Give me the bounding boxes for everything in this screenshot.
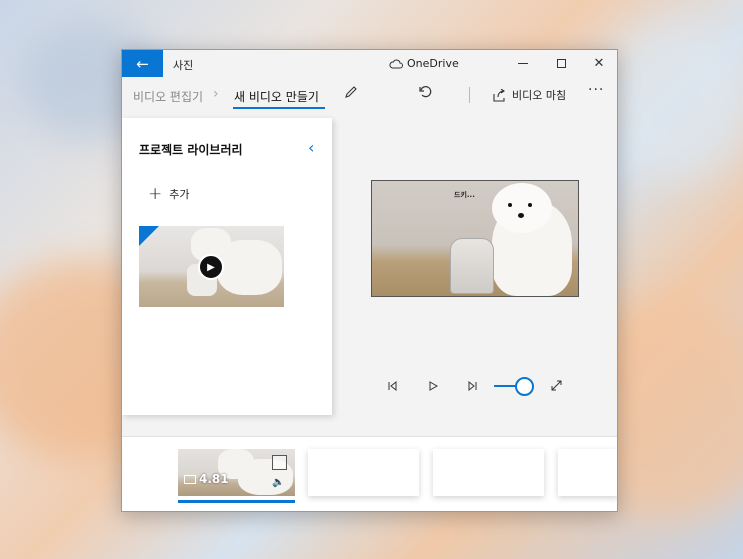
more-options-icon[interactable]: ··· bbox=[588, 82, 604, 98]
maximize-icon bbox=[556, 59, 566, 68]
preview-dog-nose bbox=[518, 213, 524, 218]
play-icon[interactable]: ▶ bbox=[198, 254, 224, 280]
back-arrow-icon: ← bbox=[136, 54, 149, 73]
minimize-icon bbox=[518, 63, 528, 64]
clip-select-checkbox[interactable] bbox=[272, 455, 287, 470]
fullscreen-expand-icon[interactable] bbox=[550, 379, 563, 395]
share-icon bbox=[493, 88, 505, 102]
clip-duration: 4.81 bbox=[184, 472, 229, 486]
breadcrumb-video-editor[interactable]: 비디오 편집기 bbox=[133, 88, 203, 105]
breadcrumb-new-video[interactable]: 새 비디오 만들기 bbox=[234, 88, 319, 105]
add-media-label: 추가 bbox=[169, 188, 190, 201]
pencil-icon[interactable] bbox=[344, 85, 358, 103]
close-icon: ✕ bbox=[593, 56, 605, 71]
photos-app-window: ← 사진 OneDrive ✕ 비디오 편집기 › 새 비디오 만들기 비디오 … bbox=[121, 49, 618, 512]
preview-dog-eye bbox=[528, 203, 532, 207]
clip-selected-underline bbox=[178, 500, 295, 503]
seek-slider-thumb[interactable] bbox=[515, 377, 534, 396]
finish-video-button[interactable]: 비디오 마침 bbox=[492, 87, 566, 103]
chevron-right-icon: › bbox=[213, 86, 219, 102]
toolbar-divider bbox=[469, 87, 470, 103]
title-bar: ← 사진 OneDrive ✕ bbox=[122, 50, 617, 77]
cloud-icon bbox=[389, 59, 403, 68]
breadcrumb-underline bbox=[233, 107, 325, 109]
play-button-icon[interactable] bbox=[427, 380, 439, 395]
toolbar: 비디오 편집기 › 새 비디오 만들기 비디오 마침 ··· bbox=[122, 77, 617, 115]
undo-icon[interactable] bbox=[418, 85, 432, 103]
maximize-button[interactable] bbox=[542, 50, 580, 77]
dog-body-shape bbox=[217, 240, 282, 295]
app-title: 사진 bbox=[173, 59, 194, 72]
collapse-chevron-icon[interactable]: ‹ bbox=[308, 138, 314, 157]
storyboard-clip[interactable]: 4.81 🔈 bbox=[178, 449, 295, 496]
storyboard-empty-slot bbox=[558, 449, 617, 496]
preview-dog-eye bbox=[508, 203, 512, 207]
close-button[interactable]: ✕ bbox=[580, 50, 617, 77]
preview-dog-head bbox=[492, 183, 552, 233]
selected-corner-marker bbox=[139, 226, 159, 246]
preview-water-bowl bbox=[450, 238, 494, 294]
storyboard: 4.81 🔈 bbox=[122, 436, 617, 511]
next-frame-icon[interactable] bbox=[467, 380, 479, 395]
storyboard-empty-slot bbox=[433, 449, 544, 496]
onedrive-label: OneDrive bbox=[407, 57, 459, 70]
minimize-button[interactable] bbox=[504, 50, 542, 77]
video-preview[interactable]: 드키... bbox=[371, 180, 579, 297]
preview-caption: 드키... bbox=[454, 191, 475, 199]
clip-duration-value: 4.81 bbox=[199, 472, 229, 486]
wallpaper-blob bbox=[600, 20, 743, 180]
project-library-panel: 프로젝트 라이브러리 ‹ + 추가 ▶ bbox=[122, 118, 332, 415]
project-library-title: 프로젝트 라이브러리 bbox=[139, 143, 243, 157]
screen-icon bbox=[184, 474, 196, 484]
library-video-thumbnail[interactable]: ▶ bbox=[139, 226, 284, 307]
previous-frame-icon[interactable] bbox=[386, 380, 398, 395]
plus-icon: + bbox=[148, 184, 163, 204]
volume-icon[interactable]: 🔈 bbox=[272, 477, 284, 488]
add-media-button[interactable]: + 추가 bbox=[148, 184, 190, 204]
storyboard-empty-slot bbox=[308, 449, 419, 496]
back-button[interactable]: ← bbox=[122, 50, 163, 77]
finish-video-label: 비디오 마침 bbox=[512, 89, 567, 102]
onedrive-status[interactable]: OneDrive bbox=[389, 57, 459, 70]
